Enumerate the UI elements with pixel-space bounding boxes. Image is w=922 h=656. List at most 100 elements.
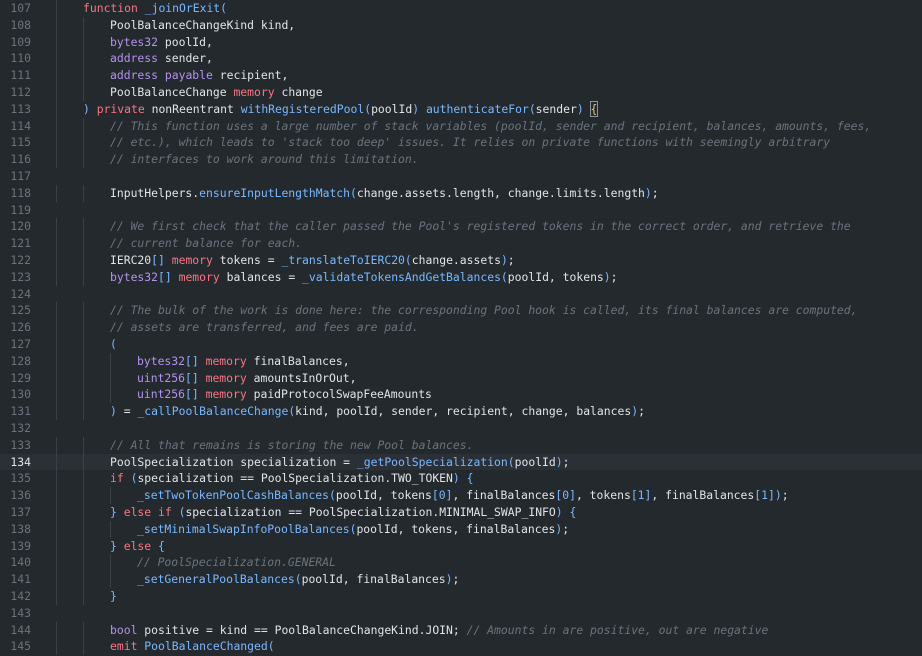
code-token: ) bbox=[555, 505, 563, 519]
code-line[interactable]: 134 PoolSpecialization specialization = _… bbox=[0, 453, 922, 471]
line-number: 126 bbox=[10, 320, 31, 335]
code-line[interactable]: 128 bytes32[] memory finalBalances, bbox=[0, 352, 922, 370]
line-number: 108 bbox=[10, 17, 31, 32]
code-text: // This function uses a large number of … bbox=[110, 118, 871, 135]
code-line[interactable]: 124 bbox=[0, 286, 922, 303]
code-line[interactable]: 129 uint256[] memory amountsInOrOut, bbox=[0, 369, 922, 387]
line-number: 132 bbox=[10, 421, 31, 435]
code-text: InputHelpers.ensureInputLengthMatch(chan… bbox=[110, 185, 659, 202]
code-token: // assets are transferred, and fees are … bbox=[110, 320, 419, 335]
code-token: PoolSpecialization specialization = bbox=[110, 454, 357, 469]
indent-guide bbox=[56, 520, 57, 538]
indent-guide bbox=[83, 33, 84, 51]
code-editor[interactable]: 107 function _joinOrExit(108 PoolBalanceCh… bbox=[0, 0, 922, 656]
code-line[interactable]: 138 _setMinimalSwapInfoPoolBalances(poolI… bbox=[0, 520, 922, 538]
code-line[interactable]: 112 PoolBalanceChange memory change bbox=[0, 84, 922, 101]
indent-guide bbox=[83, 453, 84, 471]
code-line[interactable]: 142} bbox=[0, 588, 922, 605]
code-token: [] bbox=[185, 387, 199, 402]
code-line[interactable]: 139} else { bbox=[0, 537, 922, 555]
indent-guide bbox=[83, 352, 84, 370]
indent-guide bbox=[83, 268, 84, 286]
indent-guide bbox=[56, 235, 57, 252]
code-line[interactable]: 145 emit PoolBalanceChanged( bbox=[0, 638, 922, 656]
code-token: finalBalances, bbox=[246, 353, 350, 368]
code-line[interactable]: 115 // etc.), which leads to 'stack too d… bbox=[0, 134, 922, 152]
code-line[interactable]: 119 bbox=[0, 202, 922, 219]
line-number: 140 bbox=[10, 555, 31, 570]
code-line[interactable]: 123 bytes32[] memory balances = _validate… bbox=[0, 268, 922, 286]
code-line[interactable]: 137} else if (specialization == PoolSpec… bbox=[0, 504, 922, 521]
indent-guide bbox=[83, 235, 84, 252]
code-line[interactable]: 107 function _joinOrExit( bbox=[0, 0, 922, 17]
code-token: ; bbox=[638, 404, 645, 419]
code-token: ; bbox=[507, 253, 515, 267]
code-token: withRegisteredPool bbox=[240, 101, 365, 116]
code-line[interactable]: 136 _setTwoTokenPoolCashBalances(poolId, … bbox=[0, 487, 922, 504]
code-token: ( bbox=[507, 454, 515, 469]
code-token: PoolBalanceChangeKind bbox=[110, 17, 255, 32]
line-number: 139 bbox=[10, 538, 31, 553]
code-token: poolId, tokens bbox=[335, 488, 432, 503]
code-line[interactable]: 114 // This function uses a large number … bbox=[0, 117, 922, 135]
code-line[interactable]: 110 address sender, bbox=[0, 50, 922, 68]
indent-guide bbox=[83, 67, 84, 84]
indent-guide bbox=[56, 151, 57, 168]
code-line[interactable]: 120 // We first check that the caller pas… bbox=[0, 218, 922, 236]
code-token: // interfaces to work around this limita… bbox=[110, 152, 419, 167]
code-line[interactable]: 117 bbox=[0, 168, 922, 185]
code-line[interactable]: 116 // interfaces to work around this lim… bbox=[0, 151, 922, 168]
code-line[interactable]: 109 bytes32 poolId, bbox=[0, 33, 922, 51]
code-token: sender bbox=[535, 101, 577, 116]
line-number: 137 bbox=[10, 505, 31, 519]
line-number: 145 bbox=[10, 639, 31, 654]
code-line[interactable]: 143 bbox=[0, 605, 922, 622]
code-token: _setMinimalSwapInfoPoolBalances bbox=[137, 521, 350, 536]
line-number: 143 bbox=[10, 605, 31, 620]
line-number: 107 bbox=[10, 1, 31, 15]
code-line[interactable]: 108 PoolBalanceChangeKind kind, bbox=[0, 16, 922, 34]
code-line[interactable]: 113) private nonReentrant withRegistered… bbox=[0, 100, 922, 118]
indent-guide bbox=[56, 302, 57, 320]
indent-guide bbox=[83, 520, 84, 538]
line-number: 110 bbox=[10, 51, 31, 66]
code-line[interactable]: 118 InputHelpers.ensureInputLengthMatch(c… bbox=[0, 184, 922, 202]
code-line[interactable]: 144 bool positive = kind == PoolBalanceCh… bbox=[0, 621, 922, 639]
code-line[interactable]: 141 _setGeneralPoolBalances(poolId, final… bbox=[0, 571, 922, 588]
code-line[interactable]: 122 IERC20[] memory tokens = _translateTo… bbox=[0, 252, 922, 269]
indent-guide bbox=[56, 554, 57, 572]
code-token: sender, bbox=[158, 51, 213, 66]
code-text: ) private nonReentrant withRegisteredPoo… bbox=[83, 100, 599, 118]
code-line[interactable]: 127 ( bbox=[0, 336, 922, 353]
indent-guide bbox=[83, 504, 84, 521]
code-token: [] bbox=[158, 269, 172, 284]
code-token: emit bbox=[110, 639, 138, 654]
code-line[interactable]: 131) = _callPoolBalanceChange(kind, pool… bbox=[0, 403, 922, 420]
code-line[interactable]: 132 bbox=[0, 420, 922, 437]
code-text: _setGeneralPoolBalances(poolId, finalBal… bbox=[137, 571, 459, 588]
code-line[interactable]: 135 if (specialization == PoolSpecializat… bbox=[0, 470, 922, 488]
indent-guide bbox=[83, 487, 84, 504]
code-token: uint256 bbox=[137, 370, 186, 385]
code-line[interactable]: 126 // assets are transferred, and fees a… bbox=[0, 319, 922, 336]
code-line[interactable]: 140 // PoolSpecialization.GENERAL bbox=[0, 554, 922, 572]
code-token: memory bbox=[205, 387, 247, 402]
line-number: 120 bbox=[10, 219, 31, 234]
code-token: ( bbox=[350, 185, 357, 200]
code-line[interactable]: 121 // current balance for each. bbox=[0, 235, 922, 252]
code-token: bytes32 bbox=[110, 269, 159, 284]
code-token: _joinOrExit bbox=[144, 1, 221, 15]
code-line[interactable]: 130 uint256[] memory paidProtocolSwapFeeA… bbox=[0, 386, 922, 404]
code-line[interactable]: 133 // All that remains is storing the ne… bbox=[0, 436, 922, 454]
code-token: PoolBalanceChanged bbox=[144, 639, 268, 654]
code-line[interactable]: 125 // The bulk of the work is done here:… bbox=[0, 302, 922, 320]
code-token: , finalBalances bbox=[651, 488, 755, 503]
code-token: IERC20 bbox=[110, 253, 152, 267]
code-line[interactable]: 111 address payable recipient, bbox=[0, 67, 922, 84]
line-number: 131 bbox=[10, 404, 31, 419]
